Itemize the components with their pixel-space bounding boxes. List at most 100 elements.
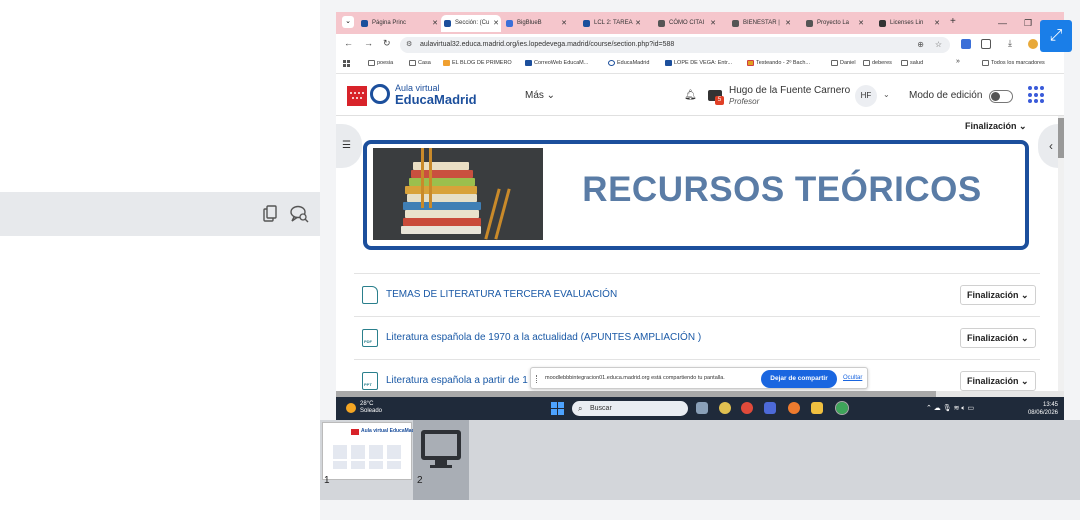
stop-sharing-button[interactable]: Dejar de compartir [761, 370, 837, 388]
completion-dropdown[interactable]: Finalización ⌄ [960, 371, 1036, 391]
download-icon[interactable]: ⤓ [1008, 38, 1012, 49]
completion-dropdown[interactable]: Finalización ⌄ [959, 117, 1033, 137]
close-icon[interactable]: ✕ [858, 15, 864, 32]
sun-icon [346, 403, 356, 413]
profile-avatar-icon[interactable] [1028, 39, 1038, 49]
close-icon[interactable]: ✕ [934, 15, 940, 32]
activity-link[interactable]: Literatura española de 1970 a la actuali… [386, 332, 701, 343]
bell-icon[interactable]: 🔔︎ [684, 90, 697, 101]
task-view-icon[interactable] [696, 402, 708, 414]
close-icon[interactable]: ✕ [710, 15, 716, 32]
activity-link[interactable]: TEMAS DE LITERATURA TERCERA EVALUACIÓN [386, 289, 617, 300]
weather-widget[interactable]: 28°C Soleado [346, 401, 382, 415]
thumbnail-content [333, 445, 403, 459]
browser-tab[interactable]: CÓMO CITAI ✕ [655, 15, 718, 32]
logo-title[interactable]: EducaMadrid [395, 92, 477, 107]
windows-start-icon[interactable] [551, 402, 564, 415]
clock[interactable]: 13:45 08/06/2026 [1020, 401, 1058, 417]
reload-icon[interactable]: ↻ [383, 38, 391, 49]
browser-tab[interactable]: Página Princ ✕ [358, 15, 440, 32]
close-icon[interactable]: ✕ [785, 15, 791, 32]
tab-favicon-icon [658, 20, 665, 27]
close-icon[interactable]: ✕ [432, 15, 438, 32]
folder-icon [831, 60, 838, 66]
completion-dropdown[interactable]: Finalización ⌄ [960, 328, 1036, 348]
maximize-button[interactable]: ❐ [1024, 12, 1032, 34]
back-icon[interactable]: ← [344, 38, 353, 48]
zoom-icon[interactable]: ⊕ [917, 37, 924, 53]
bookmark-item[interactable]: poesia [368, 60, 393, 66]
browser-tab[interactable]: Sección: (Cu ✕ [441, 15, 501, 32]
chevron-down-icon[interactable]: ⌄ [883, 90, 890, 99]
extension-icon[interactable] [961, 39, 971, 49]
drag-handle-icon[interactable] [536, 375, 539, 383]
minimize-button[interactable]: — [998, 12, 1007, 34]
firefox-icon[interactable] [788, 402, 800, 414]
user-role: Profesor [729, 97, 760, 106]
list-item[interactable]: TEMAS DE LITERATURA TERCERA EVALUACIÓN F… [354, 273, 1040, 316]
close-icon[interactable]: ✕ [561, 15, 567, 32]
educamadrid-logo-icon[interactable] [370, 84, 390, 104]
course-index-toggle[interactable]: ☰ [336, 124, 362, 168]
tab-search-icon[interactable]: ⌄ [342, 16, 354, 28]
bookmark-item[interactable]: Daniel [831, 60, 856, 66]
tab-favicon-icon [444, 20, 451, 27]
avatar[interactable]: HF [855, 85, 877, 107]
completion-dropdown[interactable]: Finalización ⌄ [960, 285, 1036, 305]
bookmark-label: deberes [872, 60, 892, 66]
new-tab-button[interactable]: + [950, 16, 956, 27]
left-toolbar [0, 192, 320, 236]
tab-favicon-icon [506, 20, 513, 27]
edit-mode-label: Modo de edición [909, 90, 983, 101]
site-info-icon[interactable]: ⚙ [406, 37, 412, 53]
thumbnail-2[interactable]: 2 [413, 420, 469, 500]
more-bookmarks-button[interactable]: » [956, 58, 960, 65]
bookmark-item[interactable]: EducaMadrid [608, 60, 649, 66]
bookmark-item[interactable]: deberes [863, 60, 892, 66]
chrome-icon[interactable] [719, 402, 731, 414]
chrome-active-icon[interactable] [835, 401, 849, 415]
hide-link[interactable]: Ocultar [843, 375, 862, 381]
thumbnail-number: 1 [324, 475, 330, 486]
browser-tab[interactable]: LCL 2: TAREA ✕ [580, 15, 643, 32]
edit-mode-toggle[interactable] [989, 90, 1013, 103]
address-bar[interactable]: ⚙ aulavirtual32.educa.madrid.org/ies.lop… [400, 37, 950, 53]
teams-icon[interactable] [764, 402, 776, 414]
apps-grid-icon[interactable] [343, 60, 350, 67]
bookmark-item[interactable]: Todos los marcadores [982, 60, 1045, 66]
screen-share-notice: moodlebbbintegracion01.educa.madrid.org … [530, 367, 868, 389]
file-explorer-icon[interactable] [811, 402, 823, 414]
google-icon[interactable] [741, 402, 753, 414]
browser-tab[interactable]: Proyecto La ✕ [803, 15, 866, 32]
vertical-scrollbar[interactable] [1058, 116, 1064, 391]
list-item[interactable]: PDF Literatura española de 1970 a la act… [354, 316, 1040, 359]
thumbnail-1[interactable]: Aula virtual EducaMadrid [322, 422, 421, 480]
bookmark-item[interactable]: Testeando - 2º Bach... [747, 60, 810, 66]
fullscreen-button[interactable]: ⤢ [1040, 20, 1072, 52]
browser-tab[interactable]: BIENESTAR | ✕ [729, 15, 793, 32]
screen-thumbnails: Aula virtual EducaMadrid 1 2 [320, 420, 1080, 500]
bookmark-item[interactable]: Casa [409, 60, 431, 66]
mail-icon [525, 60, 532, 66]
bookmark-item[interactable]: CorreoWeb EducaM... [525, 60, 588, 66]
apps-menu-icon[interactable] [1028, 86, 1046, 104]
browser-tab[interactable]: BigBlueB ✕ [503, 15, 569, 32]
forward-icon[interactable]: → [364, 38, 373, 48]
copy-icon[interactable] [260, 204, 280, 224]
bookmark-label: salud [910, 60, 924, 66]
taskbar-search[interactable]: ⌕ Buscar [572, 401, 688, 416]
extensions-puzzle-icon[interactable] [981, 39, 991, 49]
activity-link[interactable]: Literatura española a partir de 1 [386, 375, 528, 386]
system-tray[interactable]: ⌃ ☁ 🎙︎ ≋ 🔈︎ ▭ [926, 404, 974, 413]
user-name[interactable]: Hugo de la Fuente Carnero [729, 85, 850, 96]
bookmark-item[interactable]: LOPE DE VEGA: Entr... [665, 60, 732, 66]
chat-search-icon[interactable] [289, 204, 309, 224]
bookmark-item[interactable]: EL BLOG DE PRIMERO [443, 60, 512, 66]
more-menu[interactable]: Más ⌄ [525, 90, 555, 101]
scroll-thumb[interactable] [1058, 118, 1064, 158]
browser-tab[interactable]: Licenses Lin ✕ [876, 15, 942, 32]
close-icon[interactable]: ✕ [635, 15, 641, 32]
bookmark-star-icon[interactable]: ☆ [935, 37, 942, 53]
close-icon[interactable]: ✕ [493, 15, 499, 32]
bookmark-item[interactable]: salud [901, 60, 923, 66]
